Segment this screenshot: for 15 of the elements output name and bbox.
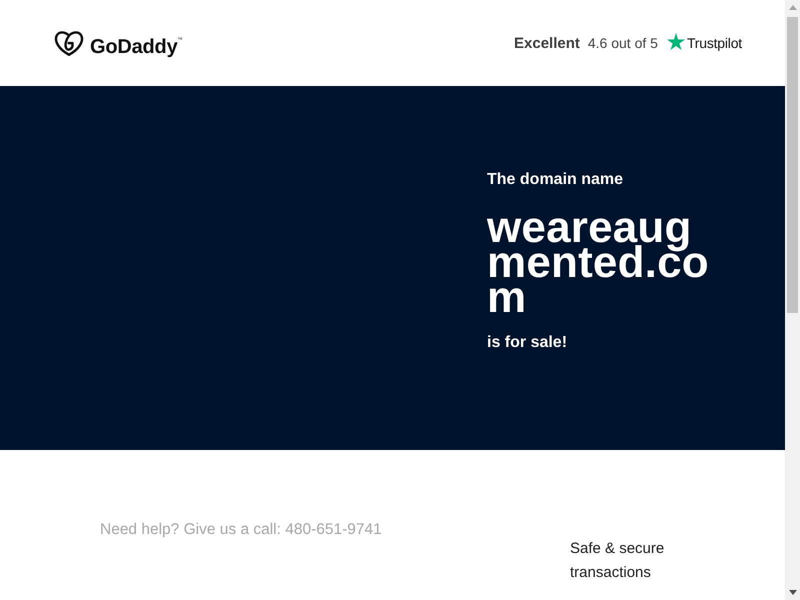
review-site-name[interactable]: Trustpilot xyxy=(686,35,742,51)
heart-logo-icon[interactable] xyxy=(54,30,84,56)
secure-transactions-text: Safe & secure transactions xyxy=(570,539,666,583)
hero-sale-text: is for sale! xyxy=(487,333,568,353)
star-icon xyxy=(666,32,685,50)
brand-wordmark[interactable]: GoDaddy$^{™}$ xyxy=(90,28,182,58)
scroll-up-icon[interactable] xyxy=(788,5,796,10)
hero-intro: The domain name xyxy=(487,170,624,190)
rating-score: 4.6 out of 5 xyxy=(588,35,658,51)
scrollbar-thumb[interactable] xyxy=(787,17,798,313)
rating-label: Excellent xyxy=(514,34,580,52)
help-phone-text: Need help? Give us a call: 480-651-9741 xyxy=(100,520,382,540)
scrollbar[interactable] xyxy=(785,0,800,600)
domain-name: weareaugmented.com xyxy=(487,210,710,315)
scroll-down-icon[interactable] xyxy=(788,590,796,595)
